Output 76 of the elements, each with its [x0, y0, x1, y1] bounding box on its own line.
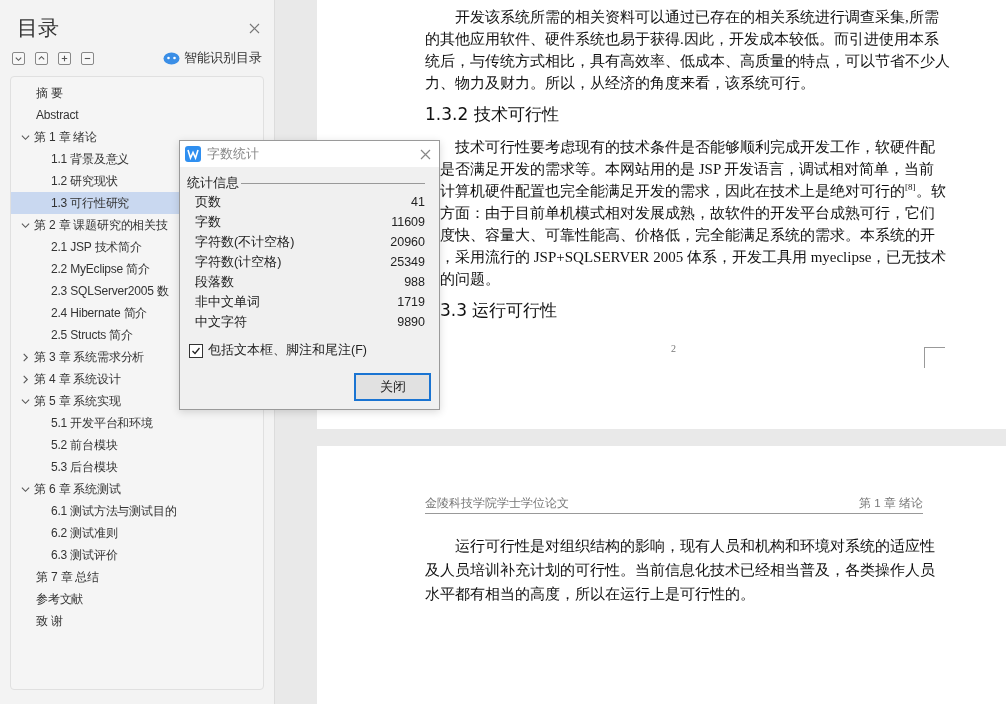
page-header-chapter: 第 1 章 绪论 — [859, 496, 923, 511]
toc-item[interactable]: 第 7 章 总结 — [11, 566, 255, 588]
toc-item[interactable]: 5.1 开发平台和环境 — [11, 412, 255, 434]
app-logo-icon — [185, 146, 201, 162]
page-number: 2 — [671, 343, 676, 354]
toc-item[interactable]: 第 1 章 绪论 — [11, 126, 255, 148]
stat-label: 中文字符 — [195, 313, 247, 331]
stat-label: 字符数(不计空格) — [195, 233, 295, 251]
minus-icon[interactable] — [81, 51, 94, 65]
toc-item[interactable]: 6.2 测试准则 — [11, 522, 255, 544]
text-line: 技术可行性要考虑现有的技术条件是否能够顺利完成开发工作，软硬件配 — [454, 138, 936, 157]
toc-item[interactable]: 摘 要 — [11, 82, 255, 104]
close-button[interactable]: 关闭 — [354, 373, 431, 401]
dialog-title: 字数统计 — [207, 145, 259, 163]
chevron-icon[interactable] — [21, 484, 30, 494]
text-line: 的其他应用软件、硬件系统也易于获得.因此，开发成本较低。而引进使用本系 — [425, 30, 940, 49]
stat-label: 字符数(计空格) — [195, 253, 282, 271]
stat-value: 11609 — [391, 215, 425, 229]
text-line: 统后，与传统方式相比，具有高效率、低成本、高质量的特点，可以节省不少人 — [425, 52, 951, 71]
chevron-icon[interactable] — [21, 352, 30, 362]
toc-item-label: 第 5 章 系统实现 — [34, 392, 121, 410]
toc-item-label: 第 4 章 系统设计 — [34, 370, 121, 388]
close-icon[interactable] — [249, 22, 260, 34]
toc-item[interactable]: 第 4 章 系统设计 — [11, 368, 255, 390]
checkbox-label: 包括文本框、脚注和尾注(F) — [208, 342, 367, 359]
section-heading: 1.3.2 技术可行性 — [425, 103, 560, 126]
chevron-icon[interactable] — [21, 396, 30, 406]
text-line: 度快、容量大、可靠性能高、价格低，完全能满足系统的需求。本系统的开 — [439, 226, 936, 245]
stat-value: 25349 — [390, 255, 425, 269]
toc-item[interactable]: Abstract — [11, 104, 255, 126]
section-heading: 3.3 运行可行性 — [439, 299, 559, 322]
text-line: 开发该系统所需的相关资料可以通过已存在的相关系统进行调查采集,所需 — [454, 8, 940, 27]
toc-item[interactable]: 6.1 测试方法与测试目的 — [11, 500, 255, 522]
toc-item[interactable]: 第 5 章 系统实现 — [11, 390, 255, 412]
text-line: 及人员培训补充计划的可行性。当前信息化技术已经相当普及，各类操作人员 — [425, 561, 936, 580]
stat-label: 页数 — [195, 193, 221, 211]
text-line: 力、物力及财力。所以，从经济的角度来看，该系统可行。 — [425, 74, 816, 93]
sidebar-title: 目录 — [17, 15, 59, 41]
text-line: 水平都有相当的高度，所以在运行上是可行性的。 — [425, 585, 756, 604]
plus-icon[interactable] — [58, 51, 71, 65]
toc-item[interactable]: 6.3 测试评价 — [11, 544, 255, 566]
toc-item[interactable]: 参考文献 — [11, 588, 255, 610]
toc-item-label: 第 3 章 系统需求分析 — [34, 348, 145, 366]
page-header-title: 金陵科技学院学士学位论文 — [425, 496, 569, 511]
text-line: 计算机硬件配置也完全能满足开发的需求，因此在技术上是绝对可行的$^{[8]}$。软 — [439, 181, 947, 201]
expand-icon[interactable] — [35, 51, 48, 65]
toc-item[interactable]: 5.3 后台模块 — [11, 456, 255, 478]
chevron-icon[interactable] — [21, 374, 30, 384]
close-icon[interactable] — [420, 148, 431, 160]
toc-item-label: 第 2 章 课题研究的相关技 — [34, 216, 168, 234]
smart-toc-button[interactable]: 智能识别目录 — [163, 49, 264, 67]
text-line: 的问题。 — [439, 270, 501, 289]
text-line: 是否满足开发的需求等。本网站用的是 JSP 开发语言，调试相对简单，当前 — [439, 160, 936, 179]
checkbox[interactable] — [189, 343, 203, 358]
group-label: 统计信息 — [187, 175, 239, 192]
text-line: 运行可行性是对组织结构的影响，现有人员和机构和环境对系统的适应性 — [454, 537, 936, 556]
toc-item[interactable]: 致 谢 — [11, 610, 255, 632]
chevron-icon[interactable] — [21, 220, 30, 230]
stat-value: 988 — [404, 275, 425, 289]
stat-label: 字数 — [195, 213, 221, 231]
toc-item[interactable]: 5.2 前台模块 — [11, 434, 255, 456]
chevron-icon[interactable] — [21, 132, 30, 142]
stat-value: 41 — [411, 195, 425, 209]
robot-icon — [163, 51, 180, 65]
stat-value: 1719 — [397, 295, 425, 309]
collapse-icon[interactable] — [12, 51, 25, 65]
toc-item-label: 第 1 章 绪论 — [34, 128, 98, 146]
stat-value: 9890 — [397, 315, 425, 329]
stat-value: 20960 — [390, 235, 425, 249]
stat-label: 段落数 — [195, 273, 234, 291]
text-line: ，采用流行的 JSP+SQLSERVER 2005 体系，开发工具用 myeclipse，已无技术 — [439, 248, 948, 267]
stat-label: 非中文单词 — [195, 293, 260, 311]
toc-item-label: 第 6 章 系统测试 — [34, 480, 121, 498]
crop-mark — [924, 347, 945, 368]
text-line: 方面：由于目前单机模式相对发展成熟，故软件的开发平台成熟可行，它们 — [439, 204, 936, 223]
toc-item[interactable]: 第 6 章 系统测试 — [11, 478, 255, 500]
